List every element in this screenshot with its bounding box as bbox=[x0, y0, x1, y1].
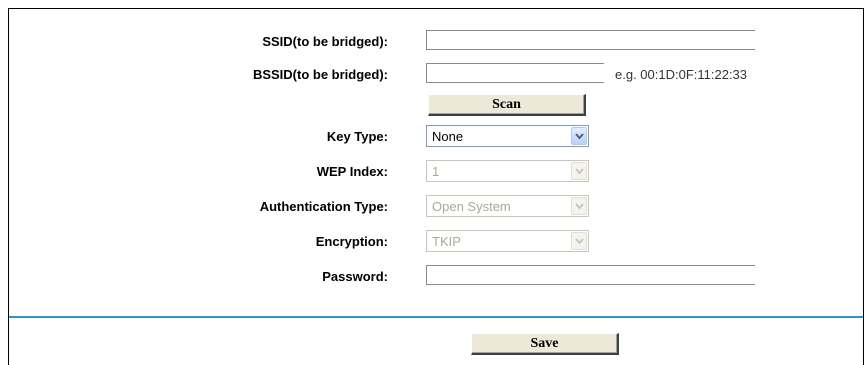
bssid-row: BSSID(to be bridged): e.g. 00:1D:0F:11:2… bbox=[9, 63, 863, 87]
ssid-label: SSID(to be bridged): bbox=[262, 34, 388, 49]
bssid-input[interactable] bbox=[426, 63, 604, 83]
bssid-hint: e.g. 00:1D:0F:11:22:33 bbox=[615, 67, 748, 82]
auth-type-value: Open System bbox=[432, 199, 511, 214]
wireless-bridge-panel: SSID(to be bridged): BSSID(to be bridged… bbox=[8, 8, 864, 365]
auth-type-row: Authentication Type: Open System bbox=[9, 195, 863, 219]
encryption-select: TKIP bbox=[426, 230, 589, 252]
auth-type-label: Authentication Type: bbox=[259, 199, 388, 214]
chevron-down-icon bbox=[575, 238, 584, 245]
auth-type-select: Open System bbox=[426, 195, 589, 217]
password-input[interactable] bbox=[426, 265, 755, 285]
save-button[interactable]: Save bbox=[471, 333, 619, 355]
dropdown-arrow-icon bbox=[571, 197, 587, 215]
wep-index-label: WEP Index: bbox=[316, 164, 388, 179]
chevron-down-icon bbox=[575, 168, 584, 175]
dropdown-arrow-icon bbox=[571, 232, 587, 250]
dropdown-arrow-icon[interactable] bbox=[571, 127, 587, 145]
ssid-input[interactable] bbox=[426, 30, 755, 50]
encryption-label: Encryption: bbox=[315, 234, 388, 249]
password-row: Password: bbox=[9, 265, 863, 289]
section-divider bbox=[9, 316, 863, 318]
ssid-row: SSID(to be bridged): bbox=[9, 30, 863, 54]
scan-button[interactable]: Scan bbox=[428, 94, 586, 116]
key-type-select[interactable]: None bbox=[426, 125, 589, 147]
chevron-down-icon bbox=[575, 133, 584, 140]
dropdown-arrow-icon bbox=[571, 162, 587, 180]
chevron-down-icon bbox=[575, 203, 584, 210]
wep-index-value: 1 bbox=[432, 164, 440, 179]
key-type-value: None bbox=[432, 129, 464, 144]
key-type-label: Key Type: bbox=[326, 129, 388, 144]
key-type-row: Key Type: None bbox=[9, 125, 863, 149]
wep-index-select: 1 bbox=[426, 160, 589, 182]
bssid-label: BSSID(to be bridged): bbox=[252, 67, 388, 82]
encryption-row: Encryption: TKIP bbox=[9, 230, 863, 254]
wep-index-row: WEP Index: 1 bbox=[9, 160, 863, 184]
encryption-value: TKIP bbox=[432, 234, 461, 249]
password-label: Password: bbox=[322, 269, 388, 284]
